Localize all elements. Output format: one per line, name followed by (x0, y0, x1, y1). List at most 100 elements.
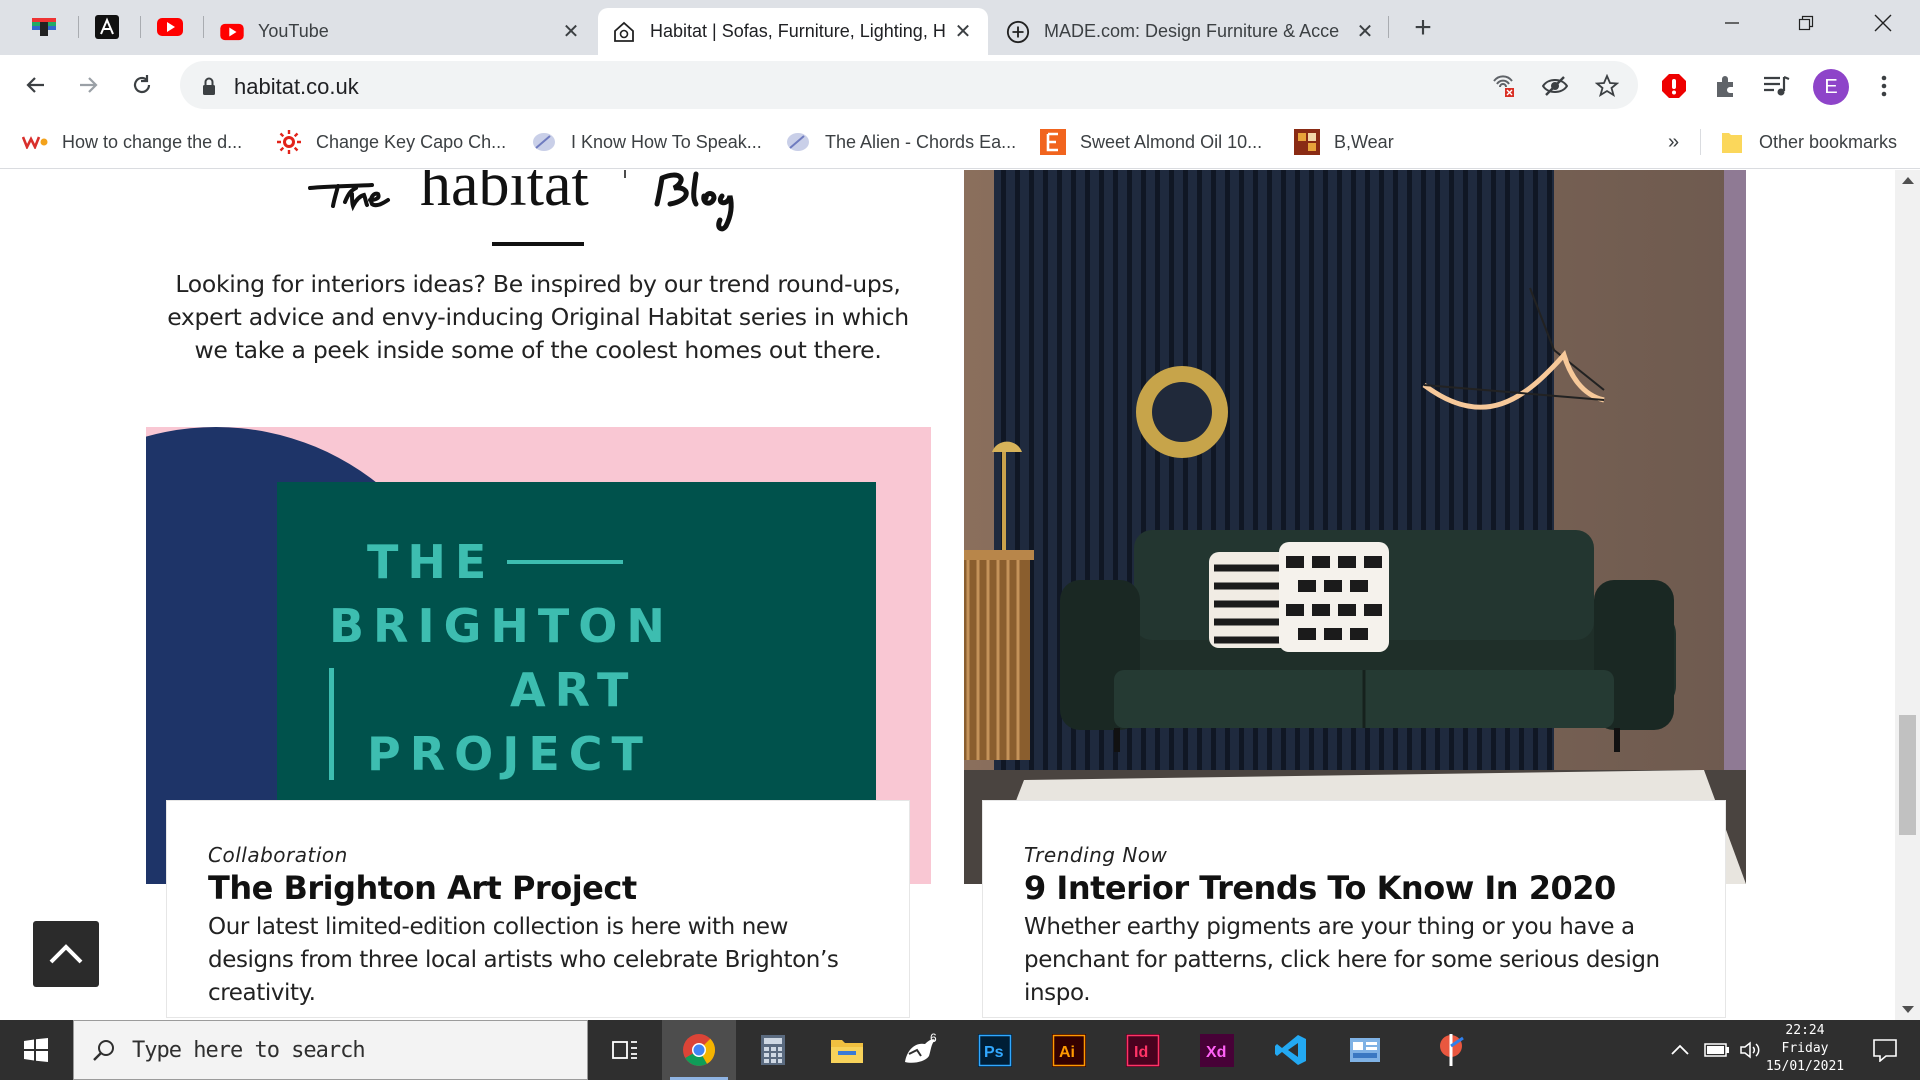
taskbar-calculator[interactable] (736, 1020, 810, 1080)
cast-blocked-icon[interactable] (1490, 73, 1516, 99)
eye-hidden-icon[interactable] (1542, 73, 1568, 99)
battery-status[interactable] (1700, 1020, 1734, 1080)
show-hidden-icons-button[interactable] (1662, 1020, 1698, 1080)
adobe-icon (95, 15, 119, 39)
media-queue-icon[interactable] (1760, 70, 1792, 102)
tab-separator (203, 16, 204, 38)
card-interior-trends[interactable]: Trending Now 9 Interior Trends To Know I… (982, 800, 1726, 1018)
profile-avatar[interactable]: E (1813, 69, 1849, 105)
close-tab-icon[interactable]: ✕ (560, 21, 582, 43)
vscode-icon (1275, 1035, 1306, 1065)
taskbar-photoshop[interactable]: Ps (958, 1020, 1032, 1080)
bookmarks-overflow-button[interactable]: » (1668, 127, 1679, 157)
taskbar-chrome[interactable] (662, 1020, 736, 1080)
close-icon (1874, 14, 1892, 32)
lock-icon[interactable] (196, 73, 222, 99)
taskbar-xd[interactable]: Xd (1180, 1020, 1254, 1080)
scroll-down-arrow-icon[interactable] (1895, 1000, 1920, 1020)
tab-youtube[interactable]: YouTube ✕ (206, 8, 596, 55)
xd-icon: Xd (1200, 1033, 1234, 1067)
taskbar-rhino[interactable]: 6 (884, 1020, 958, 1080)
control-panel-icon (1350, 1038, 1380, 1062)
pinned-tab-1[interactable] (17, 10, 71, 44)
tab-made[interactable]: MADE.com: Design Furniture & Acce ✕ (992, 8, 1390, 55)
windows-logo-icon (24, 1038, 48, 1062)
card-description: Whether earthy pigments are your thing o… (1024, 914, 1660, 1006)
taskbar-app[interactable] (1415, 1020, 1489, 1080)
close-tab-icon[interactable]: ✕ (952, 21, 974, 43)
new-tab-button[interactable]: + (1406, 11, 1440, 45)
start-button[interactable] (0, 1020, 72, 1080)
tab-title: YouTube (258, 21, 329, 41)
habitat-house-icon (612, 20, 636, 44)
sofa-interior-illustration (964, 170, 1746, 884)
bookmark-item[interactable]: B,Wear (1294, 127, 1394, 157)
chevron-up-icon (49, 944, 83, 964)
image-text-the: THE (367, 535, 496, 589)
made-plus-icon (1006, 20, 1030, 44)
extensions-puzzle-icon[interactable] (1710, 70, 1742, 102)
task-view-button[interactable] (588, 1020, 662, 1080)
back-button[interactable] (18, 67, 54, 103)
calculator-icon (761, 1035, 785, 1065)
taskbar-search-box[interactable]: Type here to search (73, 1020, 588, 1080)
image-text-rule (507, 560, 624, 564)
image-text-art: ART (510, 663, 638, 717)
card-title[interactable]: The Brighton Art Project (208, 869, 869, 907)
file-explorer-icon (831, 1040, 863, 1063)
page-scrollbar[interactable] (1895, 170, 1920, 1020)
chrome-menu-icon[interactable] (1868, 70, 1900, 102)
bookmark-item[interactable]: I Know How To Speak... (531, 127, 762, 157)
taskbar-illustrator[interactable]: Ai (1032, 1020, 1106, 1080)
bookmarks-divider (1700, 129, 1701, 155)
back-arrow-icon (26, 77, 44, 93)
bookmark-item[interactable]: Sweet Almond Oil 10... (1040, 127, 1262, 157)
adblock-icon[interactable] (1658, 70, 1690, 102)
search-placeholder: Type here to search (132, 1038, 366, 1063)
bookmark-item[interactable]: The Alien - Chords Ea... (785, 127, 1016, 157)
photoshop-icon: Ps (978, 1033, 1012, 1067)
taskbar-vscode[interactable] (1254, 1020, 1328, 1080)
tab-title: Habitat | Sofas, Furniture, Lighting, H (650, 21, 946, 41)
address-bar[interactable]: habitat.co.uk (180, 61, 1638, 109)
bookmark-item[interactable]: How to change the d... (22, 127, 242, 157)
search-icon (93, 1040, 114, 1061)
bookmark-star-icon[interactable] (1594, 73, 1620, 99)
tab-separator (1388, 16, 1389, 38)
rhino-icon: 6 (905, 1032, 937, 1063)
card-category: Trending Now (1024, 843, 1168, 867)
restore-button[interactable] (1771, 0, 1841, 46)
close-window-button[interactable] (1848, 0, 1918, 46)
image-text-project: PROJECT (367, 727, 652, 781)
battery-icon (1704, 1043, 1729, 1057)
taskbar-file-explorer[interactable] (810, 1020, 884, 1080)
bookmark-item[interactable]: Change Key Capo Ch... (276, 127, 506, 157)
taskbar-control-panel[interactable] (1328, 1020, 1402, 1080)
image-text-vertical-rule (329, 668, 334, 780)
svg-text:habitat: habitat (420, 170, 589, 219)
windows-taskbar: Type here to search 6 Ps Ai Id Xd 22:24 … (0, 1020, 1920, 1080)
reload-icon (133, 75, 151, 94)
close-tab-icon[interactable]: ✕ (1354, 21, 1376, 43)
forward-button[interactable] (70, 67, 106, 103)
tab-habitat[interactable]: Habitat | Sofas, Furniture, Lighting, H … (598, 8, 988, 55)
minimize-button[interactable] (1697, 0, 1767, 46)
rhino-version-badge: 6 (930, 1032, 937, 1045)
action-center-button[interactable] (1850, 1020, 1920, 1080)
card-brighton-art-project[interactable]: Collaboration The Brighton Art Project O… (166, 800, 910, 1018)
pinned-tab-3[interactable] (143, 10, 197, 44)
card-description: Our latest limited-edition collection is… (208, 914, 839, 1006)
taskbar-indesign[interactable]: Id (1106, 1020, 1180, 1080)
feather-icon (531, 129, 557, 155)
scroll-up-arrow-icon[interactable] (1895, 170, 1920, 190)
other-bookmarks[interactable]: Other bookmarks (1719, 127, 1897, 157)
app-icon (1440, 1034, 1464, 1066)
interior-trends-image[interactable] (964, 170, 1746, 884)
pinned-tab-2[interactable] (80, 10, 134, 44)
card-title[interactable]: 9 Interior Trends To Know In 2020 (1024, 869, 1685, 907)
reload-button[interactable] (124, 67, 160, 103)
back-to-top-button[interactable] (33, 921, 99, 987)
scroll-thumb[interactable] (1899, 715, 1916, 835)
clock-date: 15/01/2021 (1765, 1059, 1845, 1074)
taskbar-clock[interactable]: 22:24 Friday 15/01/2021 (1760, 1022, 1850, 1076)
